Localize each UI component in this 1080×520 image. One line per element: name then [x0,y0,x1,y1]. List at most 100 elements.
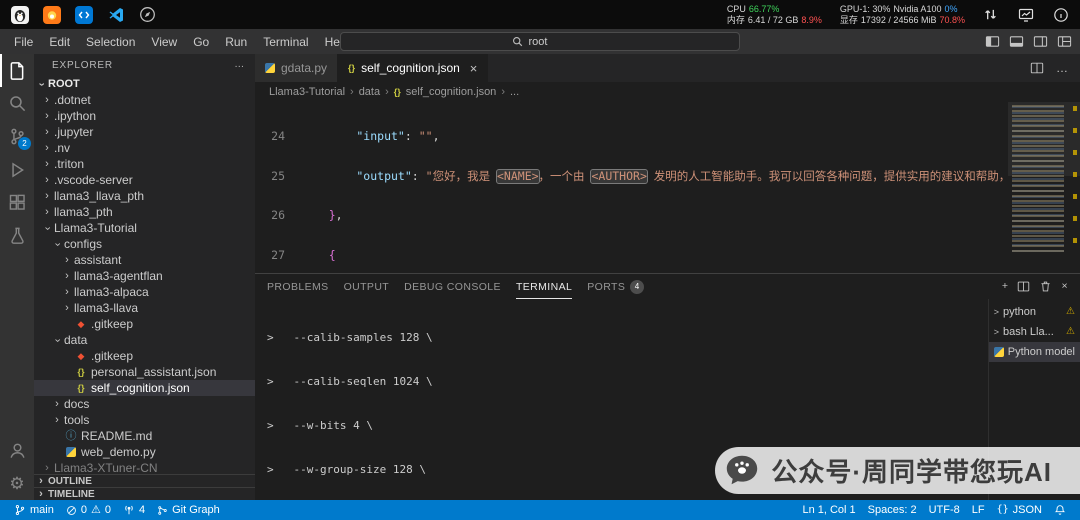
tree-item-selected[interactable]: self_cognition.json [34,380,255,396]
tree-item[interactable]: personal_assistant.json [34,364,255,380]
tree-item[interactable]: .dotnet [34,92,255,108]
kill-terminal-icon[interactable] [1039,280,1052,293]
tab-debug-console[interactable]: DEBUG CONSOLE [404,274,501,299]
breadcrumb-folder[interactable]: data [359,86,380,98]
tab-output[interactable]: OUTPUT [344,274,390,299]
tab-self-cognition-json[interactable]: self_cognition.json [338,54,489,82]
breadcrumb-folder[interactable]: Llama3-Tutorial [269,86,345,98]
tree-item[interactable]: README.md [34,428,255,444]
eol[interactable]: LF [966,500,991,520]
tree-item[interactable]: configs [34,236,255,252]
monitor-icon[interactable] [1016,5,1035,24]
split-terminal-icon[interactable] [1017,280,1030,293]
activity-extensions[interactable] [0,186,34,219]
tree-item[interactable]: Llama3-XTuner-CN [34,460,255,474]
updown-arrows-icon[interactable] [981,5,1000,24]
split-editor-icon[interactable] [1030,61,1044,75]
toggle-secondary-sidebar-icon[interactable] [1033,34,1048,49]
toggle-sidebar-icon[interactable] [985,34,1000,49]
tab-problems[interactable]: PROBLEMS [267,274,329,299]
tree-item[interactable]: llama3-alpaca [34,284,255,300]
menu-view[interactable]: View [143,29,185,54]
git-graph-item[interactable]: Git Graph [151,500,226,520]
tree-item[interactable]: data [34,332,255,348]
explorer-more-actions-icon[interactable] [234,60,245,70]
app-icon-flame [42,5,61,24]
problems-item[interactable]: 0 0 [60,500,117,520]
cursor-position[interactable]: Ln 1, Col 1 [796,500,861,520]
tree-item[interactable]: web_demo.py [34,444,255,460]
tree-item[interactable]: .ipython [34,108,255,124]
code-area[interactable]: 24 "input": "", 25 "output": "您好，我是 <NAM… [255,102,1008,273]
git-branch-item[interactable]: main [8,500,60,520]
forwarded-ports-item[interactable]: 4 [117,500,151,520]
json-file-icon [348,64,355,73]
root-folder-label: ROOT [48,78,80,90]
activity-explorer[interactable] [0,54,34,87]
tab-gdata-py[interactable]: gdata.py [255,54,339,82]
command-search-box[interactable] [340,32,740,51]
notifications-item[interactable] [1048,500,1072,520]
tab-ports[interactable]: PORTS 4 [587,274,645,299]
outline-section[interactable]: OUTLINE [34,474,255,487]
menu-terminal[interactable]: Terminal [255,29,316,54]
menu-selection[interactable]: Selection [78,29,143,54]
tree-item[interactable]: llama3_pth [34,204,255,220]
tree-item[interactable]: .gitkeep [34,348,255,364]
code-line[interactable]: 26 }, [255,209,1008,222]
explorer-title: EXPLORER [52,59,113,71]
breadcrumb[interactable]: Llama3-Tutorial data self_cognition.json… [255,82,1080,102]
json-file-icon [74,368,88,377]
terminal-list-item[interactable]: bash Lla... [989,322,1080,342]
close-tab-icon[interactable] [470,62,478,75]
account-icon[interactable] [0,434,34,467]
activity-search[interactable] [0,87,34,120]
code-line[interactable]: 25 "output": "您好，我是 <NAME> ，一个由 <AUTHOR> … [255,168,1008,184]
settings-gear-icon[interactable] [0,467,34,500]
breadcrumb-symbol[interactable]: ... [510,86,519,98]
breadcrumb-file[interactable]: self_cognition.json [406,86,497,98]
language-mode[interactable]: JSON [991,500,1048,520]
tree-item[interactable]: .vscode-server [34,172,255,188]
info-icon[interactable] [1051,5,1070,24]
tree-root[interactable]: ROOT [34,76,255,92]
terminal-list-item-selected[interactable]: Python model [988,342,1080,362]
tree-item[interactable]: llama3_llava_pth [34,188,255,204]
tab-terminal[interactable]: TERMINAL [516,274,572,299]
tree-item[interactable]: .triton [34,156,255,172]
activity-source-control[interactable]: 2 [0,120,34,153]
tree-item[interactable]: llama3-llava [34,300,255,316]
terminal-list-item[interactable]: python [989,302,1080,322]
search-input[interactable] [528,35,569,48]
activity-run-debug[interactable] [0,153,34,186]
code-line[interactable]: 24 "input": "", [255,130,1008,143]
code-editor[interactable]: 24 "input": "", 25 "output": "您好，我是 <NAM… [255,102,1080,273]
editor-more-actions-icon[interactable] [1056,62,1068,74]
code-line[interactable]: 27 { [255,248,1008,262]
tree-item[interactable]: assistant [34,252,255,268]
tree-item[interactable]: Llama3-Tutorial [34,220,255,236]
tree-item[interactable]: .jupyter [34,124,255,140]
compass-icon [138,5,157,24]
tree-item[interactable]: .gitkeep [34,316,255,332]
toggle-panel-icon[interactable] [1009,34,1024,49]
timeline-section[interactable]: TIMELINE [34,487,255,500]
tree-item[interactable]: .nv [34,140,255,156]
tree-item[interactable]: docs [34,396,255,412]
search-icon [512,37,522,47]
menu-go[interactable]: Go [185,29,217,54]
menu-edit[interactable]: Edit [41,29,78,54]
customize-layout-icon[interactable] [1057,34,1072,49]
error-count: 0 [80,504,87,516]
encoding[interactable]: UTF-8 [923,500,966,520]
activity-testing[interactable] [0,219,34,252]
indentation[interactable]: Spaces: 2 [862,500,923,520]
close-panel-icon[interactable] [1061,281,1068,292]
tree-item[interactable]: tools [34,412,255,428]
tree-item[interactable]: llama3-agentflan [34,268,255,284]
minimap[interactable] [1008,102,1080,273]
menu-run[interactable]: Run [217,29,255,54]
chevron-right-icon [40,111,54,122]
menu-file[interactable]: File [6,29,41,54]
new-terminal-icon[interactable] [1002,281,1009,292]
